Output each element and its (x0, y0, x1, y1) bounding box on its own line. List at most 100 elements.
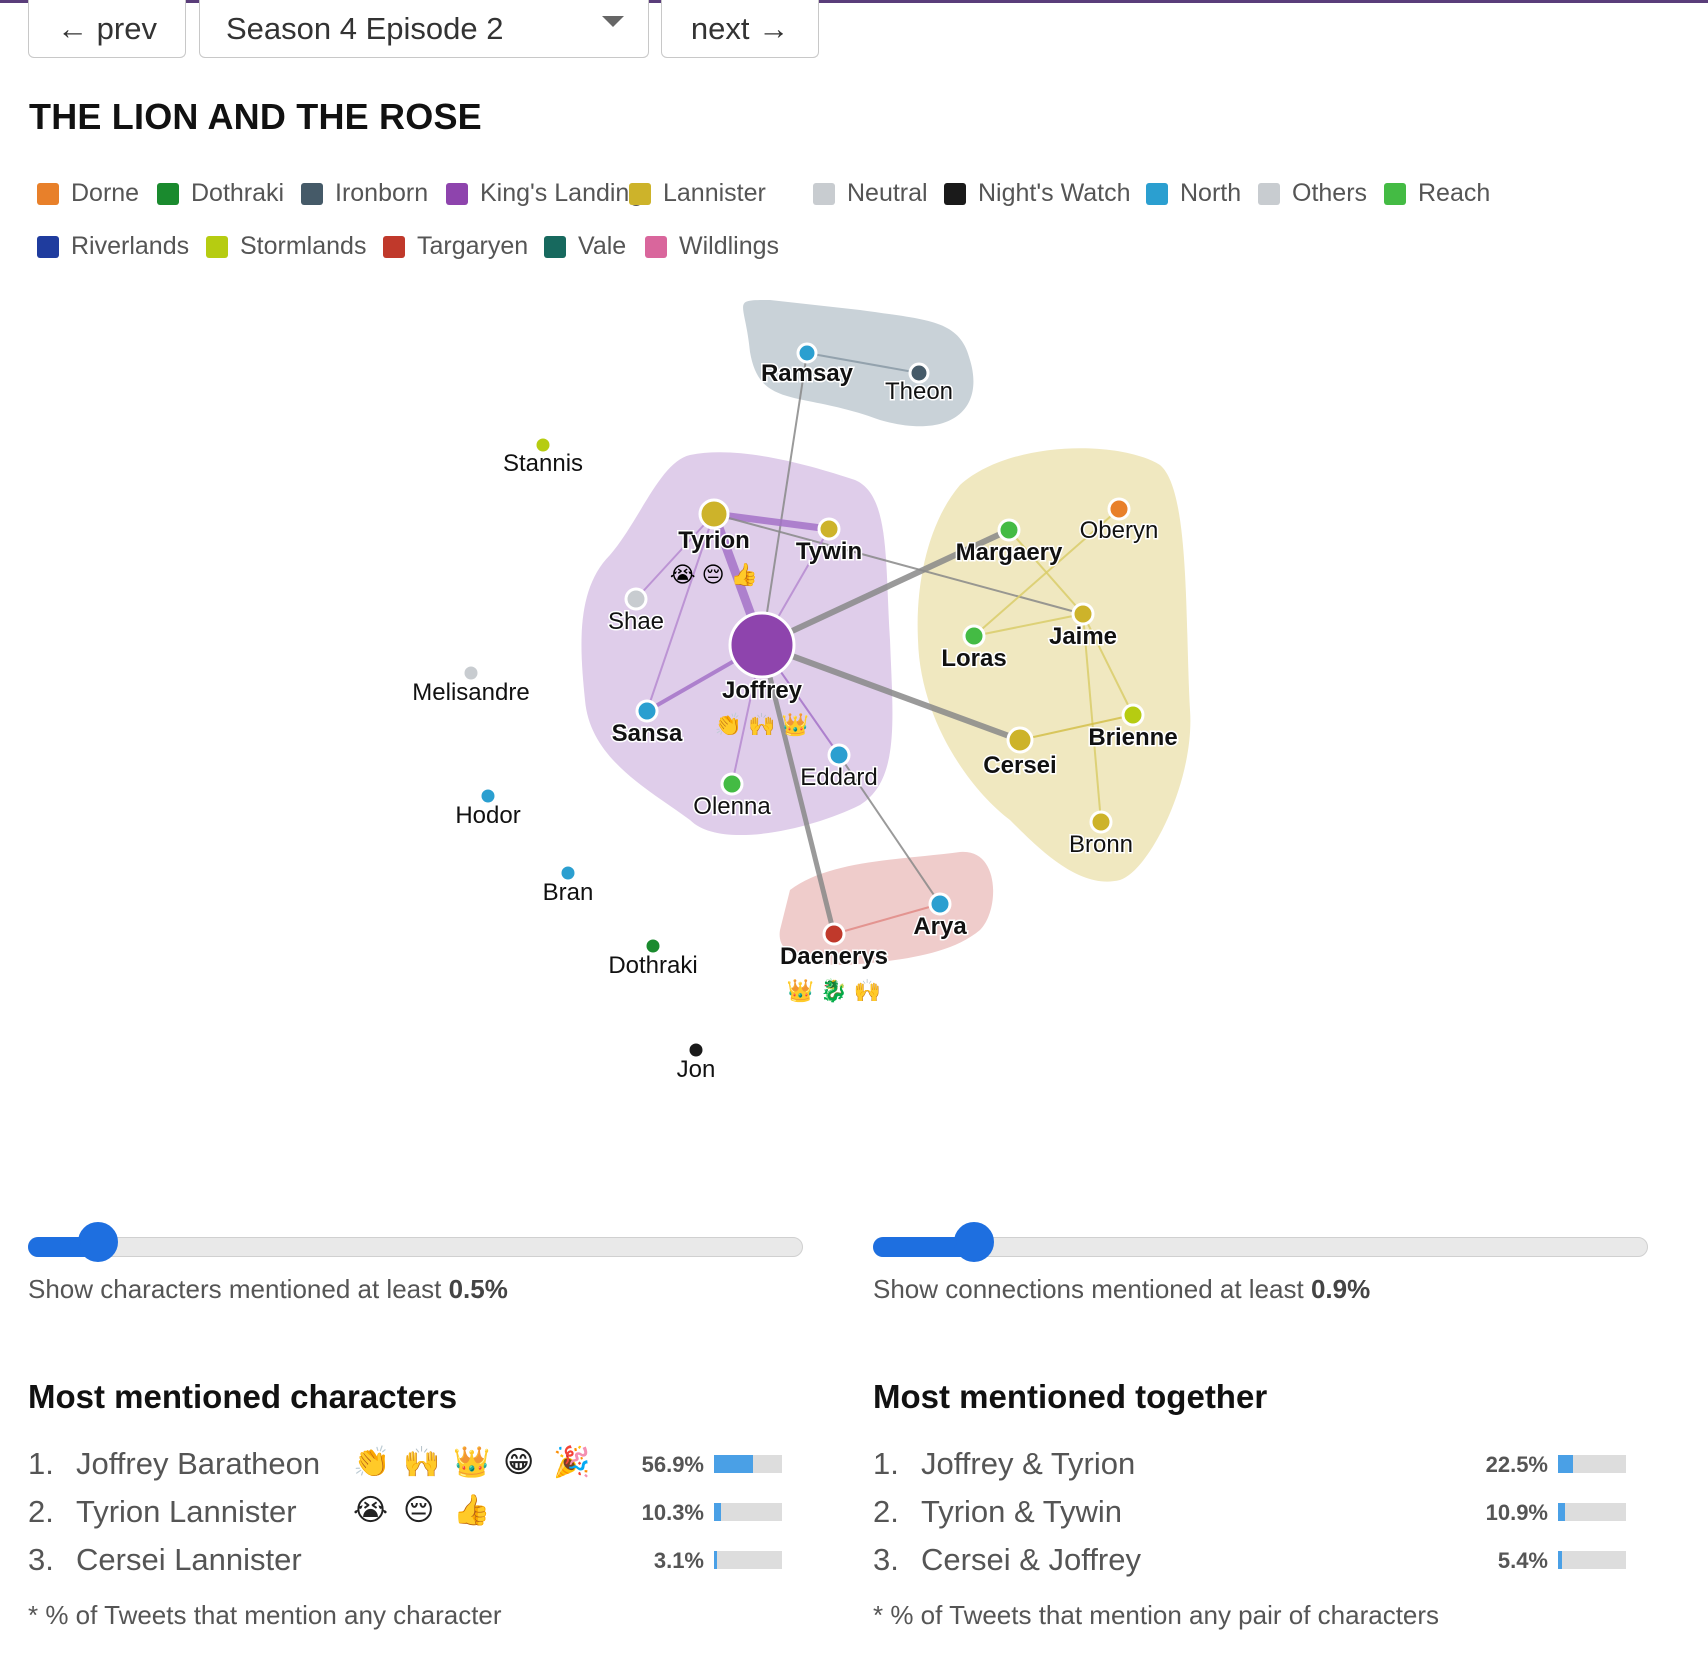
node-dot[interactable] (1071, 602, 1095, 626)
reaction-emoji: 👏 (353, 1446, 391, 1479)
node-label: Bran (543, 879, 594, 906)
node-dot[interactable] (822, 922, 846, 946)
node-label: Brienne (1088, 724, 1177, 751)
rank: 1. (28, 1446, 54, 1481)
percentage: 56.9% (641, 1452, 704, 1477)
slider-thumb[interactable] (954, 1222, 994, 1262)
percentage-bar (714, 1455, 782, 1473)
percentage: 22.5% (1485, 1452, 1548, 1477)
node-dot[interactable] (698, 498, 730, 530)
node-dot[interactable] (624, 587, 648, 611)
node-dot[interactable] (817, 517, 841, 541)
percentage-bar-fill (714, 1551, 717, 1569)
node-label: Arya (913, 913, 967, 940)
characters-threshold-slider[interactable] (28, 1222, 803, 1262)
character-node-dothraki[interactable]: Dothraki (607, 936, 699, 981)
rank: 1. (873, 1446, 899, 1481)
item-name: Tyrion Lannister (76, 1494, 297, 1529)
slider-value: 0.5% (448, 1274, 508, 1304)
item-name: Cersei Lannister (76, 1542, 302, 1577)
node-dot[interactable] (1089, 810, 1113, 834)
node-label: Tyrion (678, 527, 750, 554)
percentage-bar (1558, 1455, 1626, 1473)
percentage-bar-fill (1558, 1455, 1573, 1473)
reaction-emoji: 😁 (503, 1446, 535, 1479)
percentage: 3.1% (653, 1548, 704, 1573)
item-name: Joffrey Baratheon (76, 1446, 321, 1481)
rank: 3. (873, 1542, 899, 1577)
item-name: Joffrey & Tyrion (921, 1446, 1136, 1481)
node-label: Margaery (956, 539, 1063, 566)
node-label: Stannis (503, 450, 583, 477)
node-label: Hodor (455, 802, 520, 829)
node-dot[interactable] (827, 743, 851, 767)
list-item: 1. Joffrey & Tyrion (873, 1444, 1135, 1484)
node-dot[interactable] (962, 624, 986, 648)
node-dot[interactable] (635, 699, 659, 723)
node-label: Theon (885, 378, 953, 405)
node-label: Cersei (983, 752, 1056, 779)
reaction-emoji: 😭 (353, 1494, 389, 1527)
percentage-bar-fill (714, 1455, 753, 1473)
reaction-emoji: 😔 (403, 1494, 435, 1527)
character-node-melisandre[interactable]: Melisandre (411, 663, 531, 708)
node-dot[interactable] (1107, 497, 1131, 521)
rank: 2. (873, 1494, 899, 1529)
slider-text: Show connections mentioned at least (873, 1274, 1311, 1304)
rank: 3. (28, 1542, 54, 1577)
node-emojis: 👑 🐉 🙌 (787, 978, 881, 1003)
item-name: Tyrion & Tywin (921, 1494, 1123, 1529)
slider-thumb[interactable] (78, 1222, 118, 1262)
slider-value: 0.9% (1310, 1274, 1371, 1304)
node-label: Eddard (800, 764, 877, 791)
percentage-bar (1558, 1503, 1626, 1521)
node-label: Loras (941, 645, 1006, 672)
node-dot[interactable] (1121, 703, 1145, 727)
most-mentioned-note: * % of Tweets that mention any character (28, 1600, 502, 1630)
node-label: Oberyn (1080, 517, 1159, 544)
percentage-bar-fill (714, 1503, 721, 1521)
list-item: 3. Cersei Lannister (28, 1540, 302, 1580)
list-item: 3. Cersei & Joffrey (873, 1540, 1141, 1580)
reaction-emoji: 👑 (453, 1446, 491, 1479)
character-node-hodor[interactable]: Hodor (454, 786, 522, 831)
node-dot[interactable] (728, 611, 796, 679)
reaction-emoji: 🙌 (403, 1446, 441, 1479)
node-label: Olenna (693, 793, 771, 820)
reaction-emoji: 🎉 (553, 1446, 591, 1479)
node-dot[interactable] (997, 518, 1021, 542)
node-label: Jon (677, 1056, 716, 1083)
node-label: Jaime (1049, 623, 1117, 650)
percentage: 10.3% (641, 1500, 704, 1525)
most-mentioned-title: Most mentioned characters (28, 1378, 458, 1415)
node-label: Sansa (612, 720, 683, 747)
character-node-jon[interactable]: Jon (675, 1040, 717, 1085)
node-label: Melisandre (412, 679, 529, 706)
node-label: Daenerys (780, 943, 888, 970)
rank: 2. (28, 1494, 54, 1529)
node-dot[interactable] (720, 772, 744, 796)
character-node-bran[interactable]: Bran (541, 863, 595, 908)
node-label: Dothraki (608, 952, 697, 979)
node-label: Joffrey (722, 677, 803, 704)
connections-threshold-label: Show connections mentioned at least 0.9% (873, 1274, 1370, 1305)
list-item: 2. Tyrion Lannister (28, 1492, 297, 1532)
node-dot[interactable] (928, 892, 952, 916)
list-item: 1. Joffrey Baratheon (28, 1444, 320, 1484)
node-label: Ramsay (761, 360, 854, 387)
most-together-note: * % of Tweets that mention any pair of c… (873, 1600, 1440, 1630)
slider-text: Show characters mentioned at least (28, 1274, 449, 1304)
slider-track (28, 1237, 803, 1257)
reaction-emoji: 👍 (453, 1494, 491, 1527)
most-together-title: Most mentioned together (873, 1378, 1268, 1415)
character-node-stannis[interactable]: Stannis (501, 435, 585, 479)
percentage-bar (1558, 1551, 1626, 1569)
percentage-bar (714, 1503, 782, 1521)
node-dot[interactable] (1006, 726, 1034, 754)
connections-threshold-slider[interactable] (873, 1222, 1648, 1262)
characters-threshold-label: Show characters mentioned at least 0.5% (28, 1274, 508, 1305)
node-emojis: 😭 😔 👍 (670, 562, 758, 587)
node-emojis: 👏 🙌 👑 (715, 712, 809, 737)
node-label: Tywin (796, 538, 862, 565)
percentage: 5.4% (1497, 1548, 1548, 1573)
